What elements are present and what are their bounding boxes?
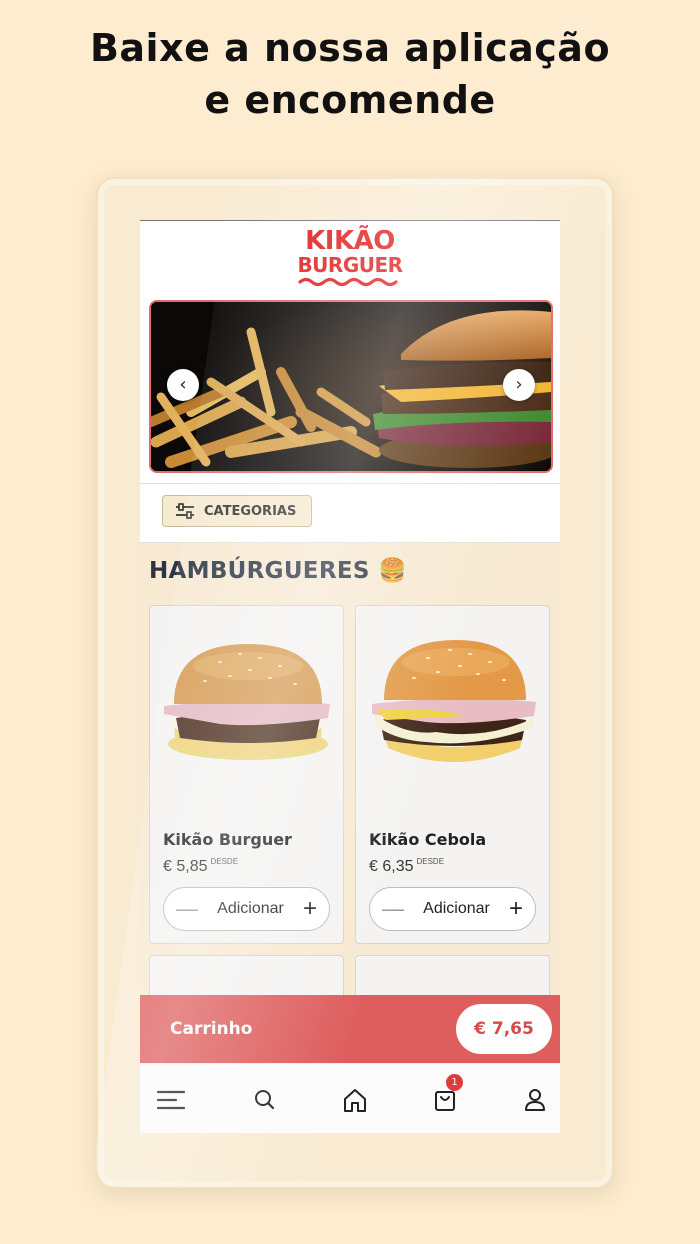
product-card[interactable]: Kikão Burguer € 5,85 DESDE — Adicionar + (149, 605, 344, 944)
promo-headline: Baixe a nossa aplicação e encomende (0, 22, 700, 126)
product-name: Kikão Burguer (163, 830, 292, 849)
banner-next-button[interactable]: › (503, 369, 535, 401)
categories-label: CATEGORIAS (204, 503, 297, 519)
product-image (372, 640, 536, 762)
add-label[interactable]: Adicionar (217, 900, 284, 918)
logo-wave-icon (298, 277, 398, 287)
plus-icon[interactable]: + (303, 895, 317, 923)
nav-menu[interactable] (156, 1086, 186, 1114)
app-header: KIKÃO BURGUER (140, 221, 560, 292)
categories-button[interactable]: CATEGORIAS (162, 495, 312, 527)
cart-label[interactable]: Carrinho (170, 1019, 252, 1039)
nav-search[interactable] (250, 1086, 280, 1114)
add-label[interactable]: Adicionar (423, 900, 490, 918)
product-name: Kikão Cebola (369, 830, 487, 849)
banner-section: ‹ › (140, 291, 560, 483)
cart-bar[interactable]: Carrinho € 7,65 (140, 995, 560, 1063)
app-screen: KIKÃO BURGUER ‹ › CATEGORIAS HAMBÚRGUERE… (140, 220, 560, 1133)
product-price-value: € 6,35 (369, 858, 414, 875)
promo-banner-image[interactable]: ‹ › (149, 300, 553, 473)
burger-fries-photo (151, 302, 551, 471)
chevron-right-icon: › (515, 374, 523, 395)
search-icon (255, 1090, 275, 1110)
brand-line-2: BURGUER (297, 253, 403, 277)
product-card[interactable]: Kikão Cebola € 6,35 DESDE — Adicionar + (355, 605, 550, 944)
add-to-cart-control[interactable]: — Adicionar + (369, 887, 536, 931)
minus-icon[interactable]: — (382, 896, 404, 922)
nav-home[interactable] (340, 1086, 370, 1114)
cart-total-button[interactable]: € 7,65 (456, 1004, 552, 1054)
headline-line-1: Baixe a nossa aplicação (89, 26, 611, 70)
add-to-cart-control[interactable]: — Adicionar + (163, 887, 330, 931)
banner-prev-button[interactable]: ‹ (167, 369, 199, 401)
nav-account[interactable] (520, 1086, 550, 1114)
brand-logo[interactable]: KIKÃO BURGUER (290, 227, 410, 291)
headline-line-2: e encomende (204, 78, 496, 122)
cart-count-badge: 1 (446, 1074, 463, 1091)
nav-bag[interactable]: 1 (430, 1074, 463, 1114)
bottom-nav: 1 (140, 1063, 560, 1133)
price-from-label: DESDE (416, 857, 445, 866)
product-image (164, 644, 330, 760)
product-price: € 5,85 DESDE (163, 857, 238, 876)
brand-line-1: KIKÃO (305, 226, 395, 256)
categories-bar: CATEGORIAS (140, 483, 560, 543)
chevron-left-icon: ‹ (179, 374, 187, 395)
plus-icon[interactable]: + (509, 895, 523, 923)
sliders-icon (176, 503, 194, 519)
price-from-label: DESDE (210, 857, 239, 866)
product-price-value: € 5,85 (163, 858, 208, 875)
minus-icon[interactable]: — (176, 896, 198, 922)
product-price: € 6,35 DESDE (369, 857, 444, 876)
section-title: HAMBÚRGUERES 🍔 (149, 558, 407, 584)
menu-icon (156, 1090, 186, 1110)
user-icon (525, 1089, 545, 1111)
home-icon (344, 1089, 366, 1112)
